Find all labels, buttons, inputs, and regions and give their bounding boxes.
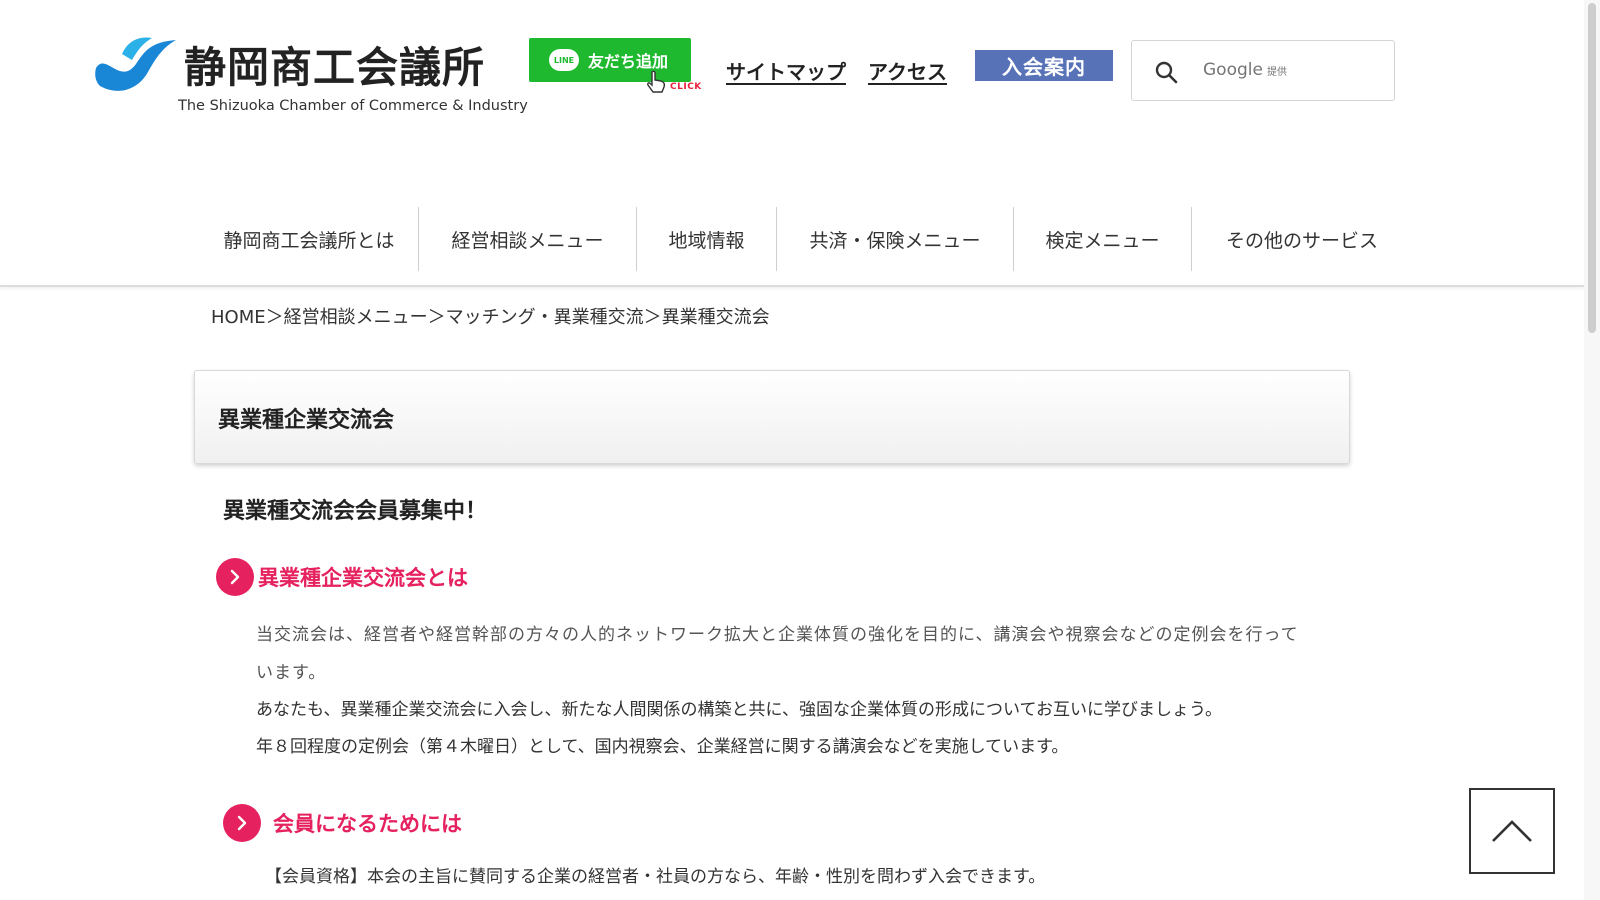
breadcrumb-matching[interactable]: マッチング・異業種交流 [446, 307, 644, 328]
page: 静岡商工会議所 The Shizuoka Chamber of Commerce… [0, 0, 1584, 900]
breadcrumb-separator: ＞ [427, 307, 446, 328]
paragraph: います。 [256, 663, 327, 683]
page-title: 異業種企業交流会 [218, 408, 395, 433]
search-icon [1155, 61, 1178, 84]
nav-item-certification[interactable]: 検定メニュー [1014, 207, 1191, 271]
nav-item-regional-info[interactable]: 地域情報 [637, 207, 776, 271]
paragraph: 【会員資格】本会の主旨に賛同する企業の経営者・社員の方なら、年齢・性別を問わず入… [265, 867, 1046, 887]
recruit-heading: 異業種交流会会員募集中！ [223, 499, 488, 524]
search-brand-note: 提供 [1266, 67, 1287, 78]
search-brand: Google 提供 [1203, 60, 1287, 80]
search-brand-name: Google [1203, 60, 1263, 80]
line-add-friend-label: 友だち追加 [588, 52, 669, 71]
breadcrumb: HOME＞経営相談メニュー＞マッチング・異業種交流＞異業種交流会 [211, 303, 770, 329]
chevron-right-icon [216, 558, 254, 596]
back-to-top-button[interactable] [1469, 788, 1555, 874]
chevron-up-icon [1492, 820, 1532, 842]
global-nav: 静岡商工会議所とは 経営相談メニュー 地域情報 共済・保険メニュー 検定メニュー… [0, 207, 1584, 287]
breadcrumb-consulting[interactable]: 経営相談メニュー [284, 307, 428, 328]
nav-item-consulting[interactable]: 経営相談メニュー [419, 207, 636, 271]
access-link[interactable]: アクセス [868, 56, 947, 85]
click-note: CLICK [670, 82, 702, 92]
section-title: 会員になるためには [273, 812, 462, 836]
breadcrumb-separator: ＞ [643, 307, 662, 328]
nav-item-insurance[interactable]: 共済・保険メニュー [777, 207, 1013, 271]
nav-item-about[interactable]: 静岡商工会議所とは [200, 207, 418, 271]
scrollbar-thumb[interactable] [1588, 3, 1596, 333]
breadcrumb-separator: ＞ [265, 307, 284, 328]
breadcrumb-current: 異業種交流会 [661, 307, 770, 328]
section-title: 異業種企業交流会とは [258, 566, 468, 590]
hand-pointer-icon [647, 70, 666, 93]
paragraph: 年８回程度の定例会（第４木曜日）として、国内視察会、企業経営に関する講演会などを… [256, 737, 1069, 757]
page-title-box: 異業種企業交流会 [194, 370, 1350, 464]
sitemap-link[interactable]: サイトマップ [726, 56, 846, 85]
paragraph: あなたも、異業種企業交流会に入会し、新たな人間関係の構築と共に、強固な企業体質の… [256, 700, 1222, 720]
page-scrollbar[interactable] [1584, 0, 1600, 900]
line-logo-icon: LINE [549, 49, 579, 71]
paragraph: 当交流会は、経営者や経営幹部の方々の人的ネットワーク拡大と企業体質の強化を目的に… [256, 625, 1299, 645]
breadcrumb-home[interactable]: HOME [211, 307, 266, 328]
logo-subtitle: The Shizuoka Chamber of Commerce & Indus… [178, 98, 528, 114]
join-guide-button[interactable]: 入会案内 [975, 50, 1113, 81]
site-logo[interactable]: 静岡商工会議所 The Shizuoka Chamber of Commerce… [92, 34, 528, 124]
logo-title: 静岡商工会議所 [184, 43, 486, 92]
search-input[interactable]: Google 提供 [1131, 40, 1395, 101]
chevron-right-icon [223, 804, 261, 842]
section-heading-about: 異業種企業交流会とは [216, 558, 468, 596]
nav-item-other-services[interactable]: その他のサービス [1192, 207, 1412, 271]
logo-wave-icon [95, 37, 176, 91]
section-heading-membership: 会員になるためには [223, 804, 462, 842]
